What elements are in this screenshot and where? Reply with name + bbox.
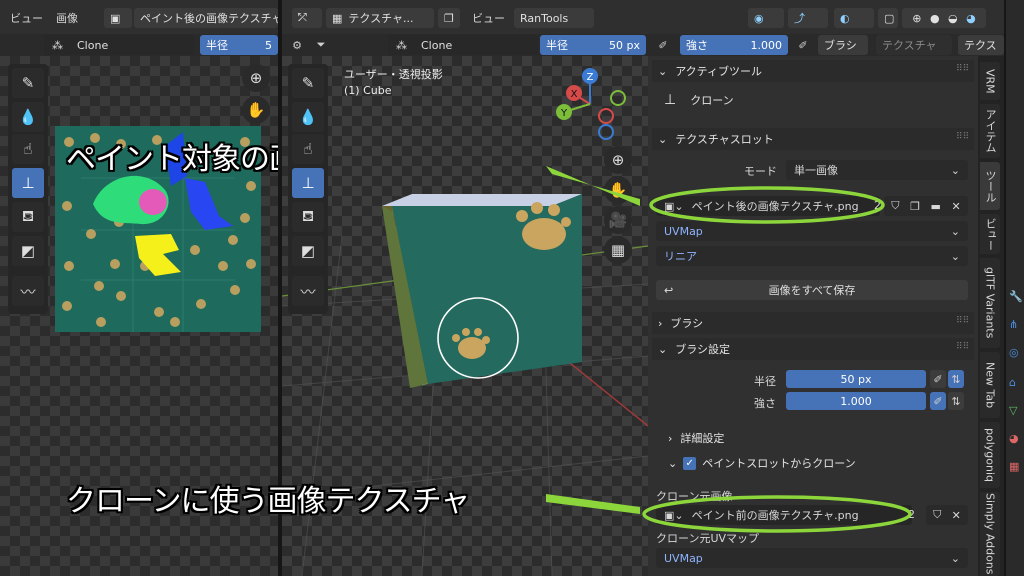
annotation-clone-source: クローンに使う画像テクスチャ [66, 484, 470, 519]
